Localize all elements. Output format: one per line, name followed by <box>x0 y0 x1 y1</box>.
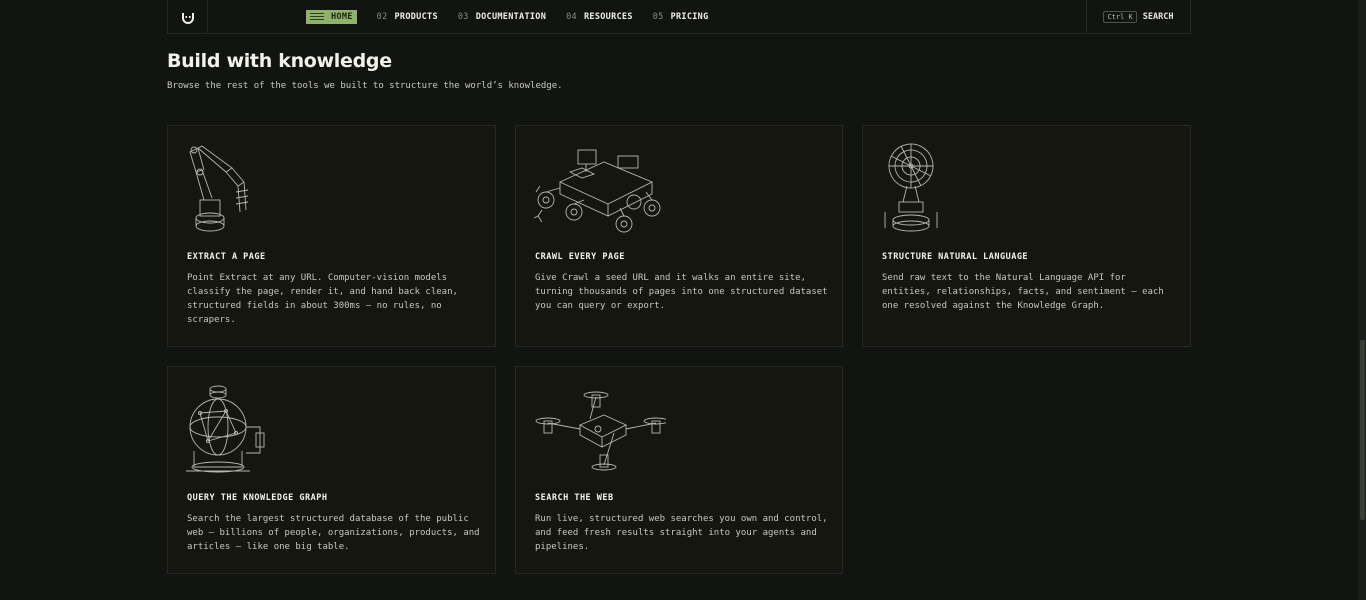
nav-item-products[interactable]: 02 PRODUCTS <box>377 12 438 22</box>
nav-item-label: PRICING <box>670 11 709 22</box>
card-title: EXTRACT A PAGE <box>187 252 266 262</box>
section-title: Build with knowledge <box>167 50 392 72</box>
nav-item-label: HOME <box>331 11 353 22</box>
drone-icon <box>535 391 666 471</box>
nav-item-documentation[interactable]: 03 DOCUMENTATION <box>458 12 546 22</box>
card-crawl[interactable]: CRAWL EVERY PAGE Give Crawl a seed URL a… <box>515 125 843 347</box>
search-button[interactable]: Ctrl K SEARCH <box>1086 0 1190 33</box>
nav-item-label: PRODUCTS <box>394 11 438 22</box>
nav-item-resources[interactable]: 04 RESOURCES <box>566 12 633 22</box>
card-description: Give Crawl a seed URL and it walks an en… <box>535 273 828 311</box>
nav-item-number: 04 <box>566 11 577 22</box>
home-icon <box>310 12 324 21</box>
main-menu: HOME 02 PRODUCTS 03 DOCUMENTATION 04 RES… <box>306 0 709 33</box>
card-title: STRUCTURE NATURAL LANGUAGE <box>882 252 1029 262</box>
card-title: SEARCH THE WEB <box>535 493 614 503</box>
card-extract[interactable]: EXTRACT A PAGE Point Extract at any URL.… <box>167 125 496 347</box>
nav-item-number: 02 <box>376 11 388 22</box>
card-knowledge-graph[interactable]: QUERY THE KNOWLEDGE GRAPH Search the lar… <box>167 366 496 574</box>
nav-item-label: RESOURCES <box>583 11 633 22</box>
rover-icon <box>534 149 661 233</box>
scrollbar-thumb[interactable] <box>1360 340 1365 520</box>
nav-item-home[interactable]: HOME <box>306 9 357 24</box>
shortcut-kbd: Ctrl K <box>1103 10 1137 23</box>
card-title: CRAWL EVERY PAGE <box>535 252 625 262</box>
nav-item-pricing[interactable]: 05 PRICING <box>653 12 709 22</box>
globe-machine-icon <box>186 385 265 473</box>
card-search-web[interactable]: SEARCH THE WEB Run live, structured web … <box>515 366 843 574</box>
nav-item-number: 05 <box>652 11 664 22</box>
card-description: Send raw text to the Natural Language AP… <box>882 273 1164 311</box>
card-description: Point Extract at any URL. Computer-visio… <box>187 273 458 325</box>
logo[interactable] <box>168 0 208 33</box>
card-description: Run live, structured web searches you ow… <box>535 514 828 552</box>
search-label: SEARCH <box>1142 11 1174 22</box>
nav-item-label: DOCUMENTATION <box>475 11 547 22</box>
card-description: Search the largest structured database o… <box>187 514 480 552</box>
robot-arm-icon <box>189 145 249 232</box>
card-title: QUERY THE KNOWLEDGE GRAPH <box>187 493 328 503</box>
satellite-dish-icon <box>884 143 938 232</box>
logo-icon <box>181 12 194 24</box>
nav-item-number: 03 <box>457 11 469 22</box>
scrollbar[interactable] <box>1358 0 1366 600</box>
card-natural-language[interactable]: STRUCTURE NATURAL LANGUAGE Send raw text… <box>862 125 1191 347</box>
section-subtitle: Browse the rest of the tools we built to… <box>167 81 563 91</box>
